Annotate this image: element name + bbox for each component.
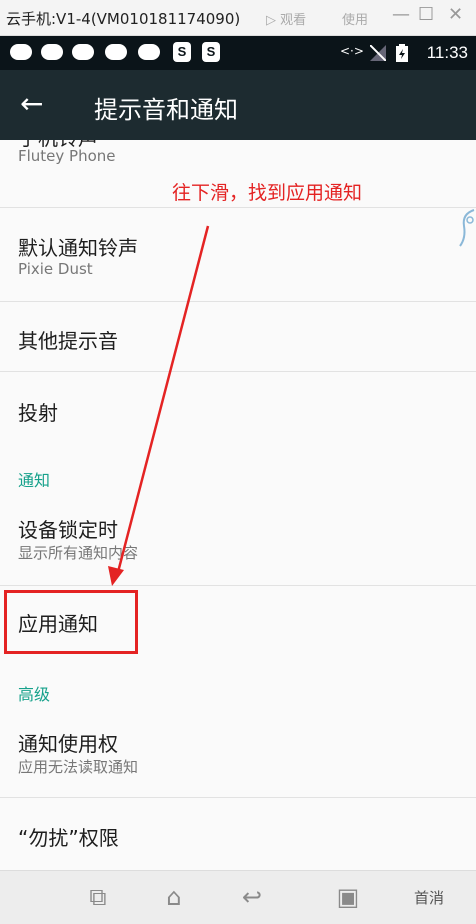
section-header-advanced: 高级 — [18, 685, 51, 704]
data-transfer-icon: <·> — [340, 44, 364, 58]
setting-summary: 显示所有通知内容 — [18, 544, 139, 562]
back-icon[interactable]: ↩ — [236, 883, 268, 911]
close-icon[interactable]: ✕ — [448, 4, 463, 25]
setting-summary: Flutey Phone — [18, 147, 116, 165]
app-bar: ← 提示音和通知 — [0, 70, 476, 140]
status-time: 11:33 — [426, 43, 468, 62]
wechat-notification-icon — [105, 44, 127, 60]
setting-summary: 应用无法读取通知 — [18, 758, 139, 776]
setting-title: 通知使用权 — [18, 732, 118, 756]
annotation-text: 往下滑，找到应用通知 — [172, 182, 363, 204]
setting-title: 其他提示音 — [18, 329, 118, 353]
back-arrow-icon[interactable]: ← — [20, 86, 43, 122]
nav-bar: ⧉ ⌂ ↩ ▣ 首消 — [0, 870, 476, 924]
use-button[interactable]: 使用 — [342, 9, 368, 28]
sogou-notification-icon: S — [202, 42, 220, 62]
setting-dnd-access[interactable]: “勿扰”权限 — [0, 798, 476, 870]
wechat-notification-icon — [72, 44, 94, 60]
home-icon[interactable]: ⌂ — [158, 883, 190, 911]
setting-title: 投射 — [18, 401, 58, 425]
settings-list[interactable]: 手机铃声 Flutey Phone 默认通知铃声 Pixie Dust 其他提示… — [0, 140, 476, 870]
wechat-notification-icon — [10, 44, 32, 60]
setting-title: 设备锁定时 — [18, 518, 118, 542]
no-signal-icon — [370, 45, 386, 61]
annotation-highlight-box — [4, 590, 138, 654]
setting-summary: Pixie Dust — [18, 260, 93, 278]
section-header-notifications: 通知 — [18, 471, 51, 490]
setting-title: “勿扰”权限 — [18, 826, 119, 850]
battery-icon — [396, 44, 408, 62]
wechat-notification-icon — [41, 44, 63, 60]
maximize-icon[interactable]: ☐ — [418, 4, 434, 25]
decorative-figure-icon — [459, 209, 475, 247]
wechat-notification-icon — [138, 44, 160, 60]
page-title: 提示音和通知 — [94, 96, 238, 124]
status-bar: S S <·> 11:33 — [0, 36, 476, 70]
recent-apps-icon[interactable]: ⧉ — [82, 883, 114, 911]
watch-button[interactable]: ▷ 观看 — [266, 9, 306, 28]
multi-window-icon[interactable]: ▣ — [332, 883, 364, 911]
sogou-notification-icon: S — [173, 42, 191, 62]
minimize-icon[interactable]: — — [392, 4, 410, 25]
window-title: 云手机:V1-4(VM010181174090) — [6, 10, 241, 28]
setting-cast[interactable]: 投射 — [0, 372, 476, 442]
window-title-bar: 云手机:V1-4(VM010181174090) ▷ 观看 使用 — ☐ ✕ — [0, 0, 476, 36]
watermark-text: 首消 — [413, 889, 444, 907]
setting-other-sounds[interactable]: 其他提示音 — [0, 302, 476, 372]
setting-lock-screen[interactable]: 设备锁定时 显示所有通知内容 — [0, 492, 476, 586]
setting-notification-access[interactable]: 通知使用权 应用无法读取通知 — [0, 706, 476, 798]
setting-default-notification-sound[interactable]: 默认通知铃声 Pixie Dust — [0, 208, 476, 302]
setting-title: 默认通知铃声 — [18, 236, 138, 260]
